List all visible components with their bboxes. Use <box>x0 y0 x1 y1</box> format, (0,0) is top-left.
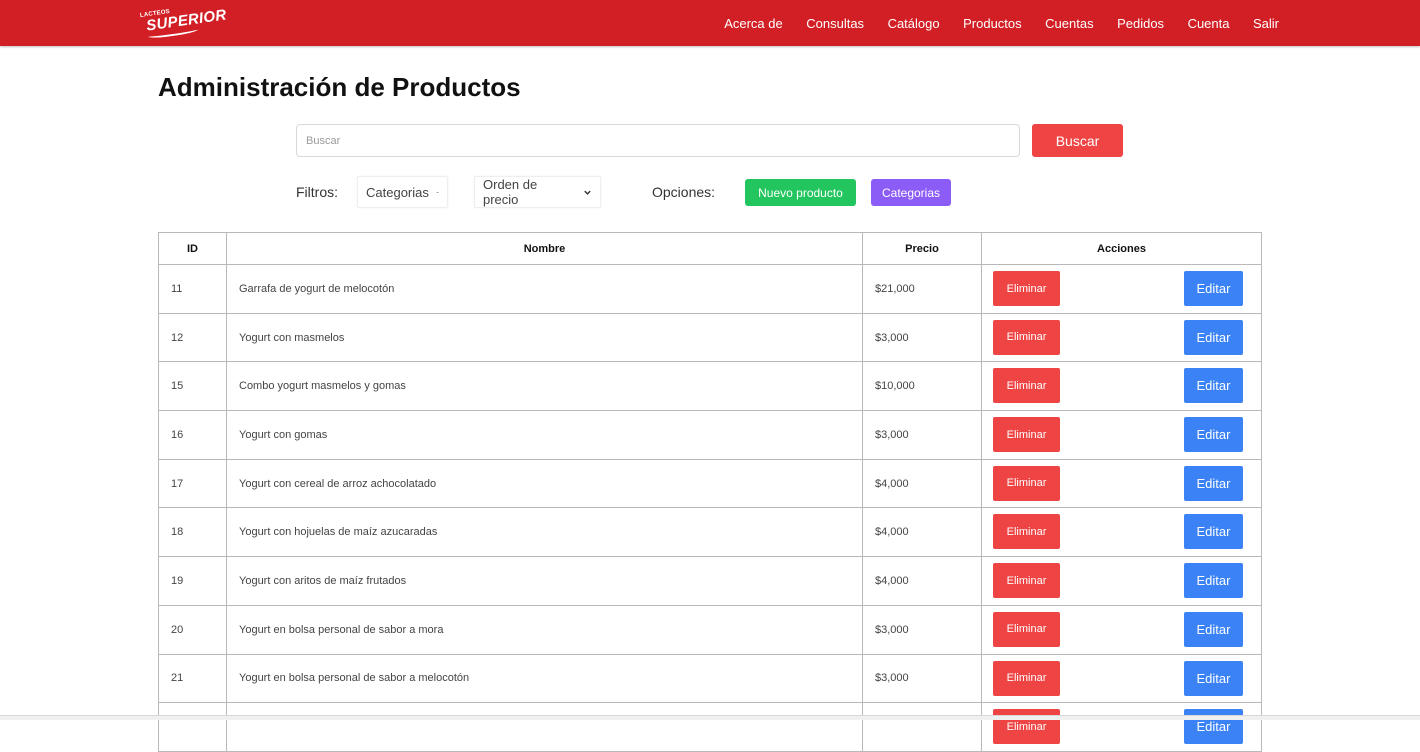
options-label: Opciones: <box>652 184 716 200</box>
cell-actions: Eliminar Editar <box>981 556 1262 606</box>
header-actions: Acciones <box>981 232 1262 265</box>
delete-button[interactable]: Eliminar <box>993 319 1060 355</box>
table-row: Eliminar Editar <box>158 702 1262 752</box>
cell-price: $4,000 <box>862 507 982 558</box>
delete-button[interactable]: Eliminar <box>993 417 1060 453</box>
horizontal-scrollbar[interactable] <box>0 715 1420 720</box>
delete-button[interactable]: Eliminar <box>993 563 1060 599</box>
cell-actions: Eliminar Editar <box>981 410 1262 460</box>
cell-name <box>226 702 863 752</box>
cell-price <box>862 702 982 752</box>
category-select[interactable]: Categorias <box>357 176 448 208</box>
cell-name: Combo yogurt masmelos y gomas <box>226 361 863 412</box>
nav-item-acerca[interactable]: Acerca de <box>724 16 783 31</box>
cell-actions: Eliminar Editar <box>981 604 1262 655</box>
cell-price: $4,000 <box>862 458 982 509</box>
cell-price: $3,000 <box>862 410 982 460</box>
cell-name: Yogurt en bolsa personal de sabor a melo… <box>226 653 863 704</box>
table-row: 11 Garrafa de yogurt de melocotón $21,000 E… <box>158 264 1262 314</box>
cell-actions: Eliminar Editar <box>981 702 1262 752</box>
cell-price: $4,000 <box>862 556 982 606</box>
nav-item-pedidos[interactable]: Pedidos <box>1117 16 1164 31</box>
top-navbar: LACTEOS SUPERIOR Acerca de Consultas Cat… <box>0 0 1420 46</box>
cell-actions: Eliminar Editar <box>981 653 1262 704</box>
table-row: 20 Yogurt en bolsa personal de sabor a mo… <box>158 604 1262 655</box>
cell-actions: Eliminar Editar <box>981 312 1262 363</box>
table-row: 16 Yogurt con gomas $3,000 Eliminar Editar <box>158 410 1262 460</box>
cell-id <box>158 702 227 752</box>
cell-name: Yogurt con gomas <box>226 410 863 460</box>
cell-id: 19 <box>158 556 227 606</box>
filters-label: Filtros: <box>296 184 338 200</box>
cell-id: 12 <box>158 312 227 363</box>
cell-price: $21,000 <box>862 264 982 314</box>
cell-name: Yogurt con cereal de arroz achocolatado <box>226 458 863 509</box>
products-table: ID Nombre Precio Acciones 11 Garrafa de y… <box>158 232 1262 752</box>
search-button[interactable]: Buscar <box>1032 124 1123 157</box>
table-header-row: ID Nombre Precio Acciones <box>158 232 1262 265</box>
table-row: 17 Yogurt con cereal de arroz achocolatad… <box>158 458 1262 509</box>
delete-button[interactable]: Eliminar <box>993 271 1060 306</box>
nav-item-productos[interactable]: Productos <box>963 16 1022 31</box>
cell-id: 16 <box>158 410 227 460</box>
table-row: 15 Combo yogurt masmelos y gomas $10,000 El… <box>158 361 1262 412</box>
delete-button[interactable]: Eliminar <box>993 660 1060 696</box>
price-order-select[interactable]: Orden de precio <box>474 176 601 208</box>
cell-id: 18 <box>158 507 227 558</box>
header-id: ID <box>158 232 227 265</box>
chevron-down-icon <box>584 190 591 195</box>
table-row: 21 Yogurt en bolsa personal de sabor a me… <box>158 653 1262 704</box>
cell-name: Yogurt con aritos de maíz frutados <box>226 556 863 606</box>
nav-item-catalogo[interactable]: Catálogo <box>888 16 940 31</box>
table-row: 18 Yogurt con hojuelas de maíz azucaradas… <box>158 507 1262 558</box>
cell-id: 11 <box>158 264 227 314</box>
cell-id: 20 <box>158 604 227 655</box>
main-nav: Acerca de Consultas Catálogo Productos C… <box>701 0 1279 46</box>
table-row: 12 Yogurt con masmelos $3,000 Eliminar Edita… <box>158 312 1262 363</box>
cell-id: 21 <box>158 653 227 704</box>
cell-id: 17 <box>158 458 227 509</box>
nav-item-cuenta[interactable]: Cuenta <box>1188 16 1230 31</box>
brand-logo[interactable]: LACTEOS SUPERIOR <box>138 6 228 40</box>
edit-button[interactable]: Editar <box>1184 417 1243 453</box>
edit-button[interactable]: Editar <box>1184 271 1243 306</box>
cell-name: Yogurt con hojuelas de maíz azucaradas <box>226 507 863 558</box>
edit-button[interactable]: Editar <box>1184 465 1243 501</box>
header-price: Precio <box>862 232 982 265</box>
edit-button[interactable]: Editar <box>1184 319 1243 355</box>
search-input[interactable] <box>296 124 1020 157</box>
cell-name: Yogurt en bolsa personal de sabor a mora <box>226 604 863 655</box>
categories-button[interactable]: Categorias <box>871 179 951 206</box>
category-select-value: Categorias <box>366 184 429 200</box>
cell-price: $3,000 <box>862 312 982 363</box>
cell-actions: Eliminar Editar <box>981 361 1262 412</box>
cell-name: Garrafa de yogurt de melocotón <box>226 264 863 314</box>
chevron-down-icon <box>436 191 439 193</box>
cell-actions: Eliminar Editar <box>981 264 1262 314</box>
delete-button[interactable]: Eliminar <box>993 465 1060 501</box>
nav-item-cuentas[interactable]: Cuentas <box>1045 16 1093 31</box>
edit-button[interactable]: Editar <box>1184 611 1243 647</box>
cell-price: $3,000 <box>862 604 982 655</box>
cell-actions: Eliminar Editar <box>981 458 1262 509</box>
edit-button[interactable]: Editar <box>1184 660 1243 696</box>
cell-actions: Eliminar Editar <box>981 507 1262 558</box>
delete-button[interactable]: Eliminar <box>993 514 1060 550</box>
edit-button[interactable]: Editar <box>1184 368 1243 404</box>
delete-button[interactable]: Eliminar <box>993 611 1060 647</box>
nav-item-salir[interactable]: Salir <box>1253 16 1279 31</box>
cell-name: Yogurt con masmelos <box>226 312 863 363</box>
header-name: Nombre <box>226 232 863 265</box>
table-row: 19 Yogurt con aritos de maíz frutados $4,0… <box>158 556 1262 606</box>
delete-button[interactable]: Eliminar <box>993 368 1060 404</box>
cell-id: 15 <box>158 361 227 412</box>
cell-price: $3,000 <box>862 653 982 704</box>
edit-button[interactable]: Editar <box>1184 514 1243 550</box>
new-product-button[interactable]: Nuevo producto <box>745 179 856 206</box>
page-title: Administración de Productos <box>158 72 521 102</box>
edit-button[interactable]: Editar <box>1184 563 1243 599</box>
price-order-select-value: Orden de precio <box>483 177 538 207</box>
cell-price: $10,000 <box>862 361 982 412</box>
nav-item-consultas[interactable]: Consultas <box>806 16 864 31</box>
